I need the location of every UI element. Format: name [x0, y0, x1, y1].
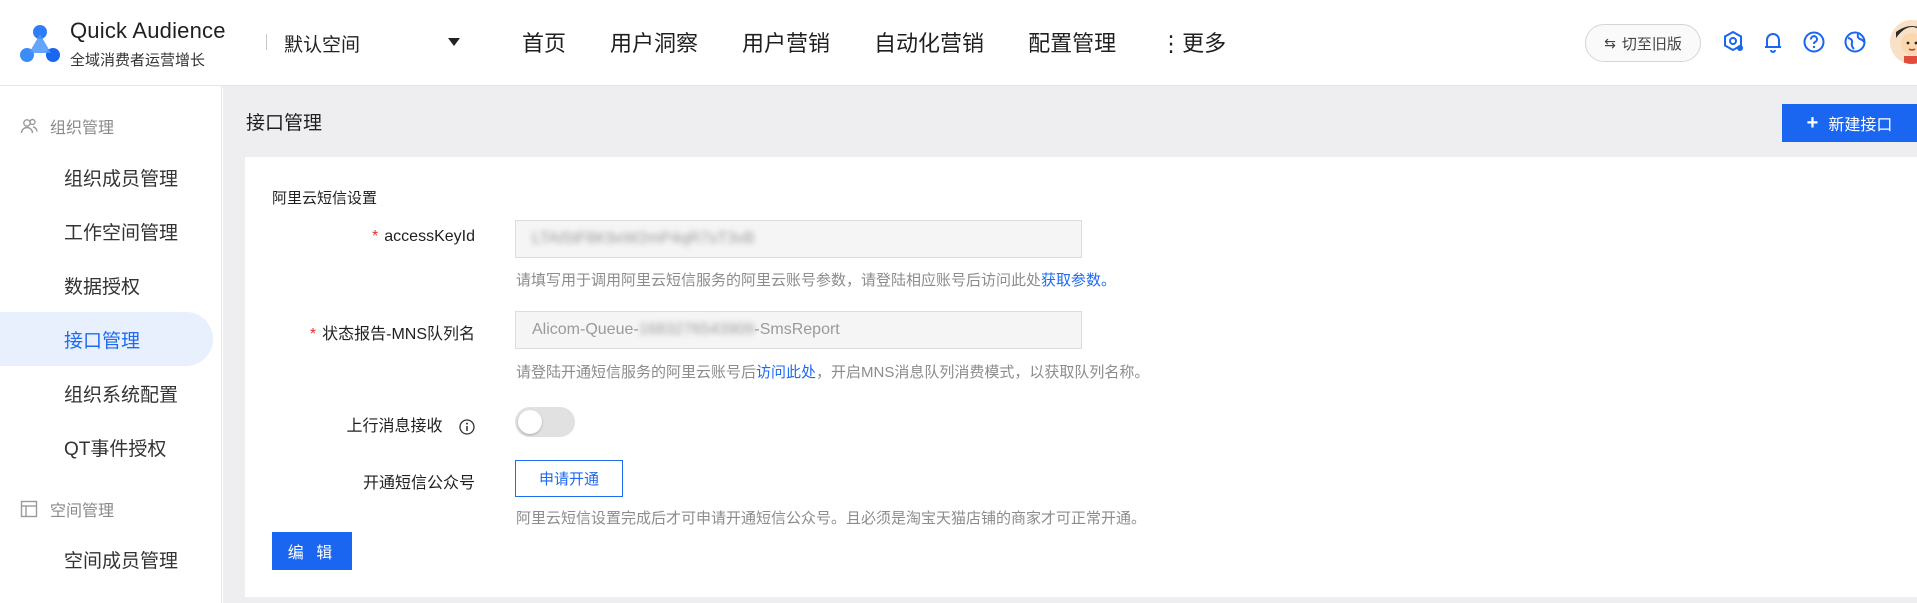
chevron-down-icon[interactable] — [448, 38, 460, 46]
nav-user-insight[interactable]: 用户洞察 — [610, 26, 698, 58]
avatar-face-icon — [1890, 20, 1917, 64]
sidebar-item-qt-event-authorization[interactable]: QT事件授权 — [0, 420, 213, 474]
sidebar-group-space-label: 空间管理 — [50, 503, 115, 520]
sidebar-item-interface-management[interactable]: 接口管理 — [0, 312, 213, 366]
accesskey-input[interactable]: LTAI5tF8K9xW2mP4qR7sT3vB — [515, 220, 1082, 258]
new-interface-button[interactable]: + 新建接口 — [1782, 104, 1917, 142]
switch-old-version-button[interactable]: ⇆ 切至旧版 — [1585, 24, 1701, 62]
upstream-label: 上行消息接收 — [300, 412, 475, 436]
visit-here-link[interactable]: 访问此处 — [756, 364, 816, 381]
mns-value-masked: 1683276543909 — [638, 321, 755, 338]
sidebar-item-label: 数据授权 — [64, 276, 141, 298]
mns-label-text: 状态报告-MNS队列名 — [322, 326, 475, 343]
sidebar-item-org-members[interactable]: 组织成员管理 — [0, 150, 213, 204]
sidebar-group-space: 空间管理 — [20, 497, 114, 521]
mns-hint-suffix: ，开启MNS消息队列消费模式，以获取队列名称。 — [816, 364, 1150, 381]
mns-value-suffix: -SmsReport — [754, 321, 840, 338]
brand-subtitle: 全域消费者运营增长 — [70, 52, 206, 69]
new-interface-label: 新建接口 — [1828, 117, 1893, 134]
sidebar-item-label: 组织系统配置 — [64, 384, 179, 406]
avatar[interactable] — [1890, 20, 1917, 64]
accesskey-label-text: accessKeyId — [384, 228, 475, 245]
workspace-select-value: 默认空间 — [284, 34, 361, 56]
settings-icon[interactable] — [1721, 30, 1745, 54]
page-title: 接口管理 — [246, 113, 323, 134]
nav-user-marketing[interactable]: 用户营销 — [742, 26, 830, 58]
mns-hint-prefix: 请登陆开通短信服务的阿里云账号后 — [516, 364, 757, 381]
nav-home[interactable]: 首页 — [522, 26, 566, 58]
info-icon[interactable] — [459, 419, 475, 435]
accesskey-hint-text: 请填写用于调用阿里云短信服务的阿里云账号参数，请登陆相应账号后访问此处 — [516, 272, 1042, 289]
sidebar-item-label: 工作空间管理 — [64, 222, 179, 244]
accesskey-value: LTAI5tF8K9xW2mP4qR7sT3vB — [532, 230, 755, 247]
sidebar-group-org: 组织管理 — [20, 114, 114, 138]
sidebar-item-org-system-config[interactable]: 组织系统配置 — [0, 366, 213, 420]
mns-queue-input[interactable]: Alicom-Queue- 1683276543909 -SmsReport — [515, 311, 1082, 349]
upstream-toggle[interactable] — [515, 407, 575, 437]
required-icon: * — [309, 326, 317, 343]
section-title: 阿里云短信设置 — [272, 190, 378, 207]
sidebar-item-label: 组织成员管理 — [64, 168, 179, 190]
nav-config-management[interactable]: 配置管理 — [1028, 26, 1116, 58]
sidebar-item-space-members[interactable]: 空间成员管理 — [0, 532, 213, 586]
bell-icon[interactable] — [1761, 30, 1785, 54]
sidebar-item-label: QT事件授权 — [64, 438, 167, 460]
help-icon[interactable] — [1802, 30, 1826, 54]
workspace-divider — [266, 34, 267, 50]
edit-button[interactable]: 编 辑 — [272, 532, 352, 570]
sidebar-item-data-authorization[interactable]: 数据授权 — [0, 258, 213, 312]
workspace-select[interactable]: 默认空间 — [284, 28, 464, 58]
public-number-label: 开通短信公众号 — [300, 469, 475, 493]
apply-open-button[interactable]: 申请开通 — [515, 460, 623, 497]
nav-automation-marketing[interactable]: 自动化营销 — [874, 26, 984, 58]
mns-value-prefix: Alicom-Queue- — [532, 321, 639, 338]
accesskey-hint: 请填写用于调用阿里云短信服务的阿里云账号参数，请登陆相应账号后访问此处获取参数。 — [516, 269, 1116, 290]
top-header: Quick Audience 全域消费者运营增长 默认空间 首页 用户洞察 用户… — [0, 0, 1917, 86]
mns-hint: 请登陆开通短信服务的阿里云账号后访问此处，开启MNS消息队列消费模式，以获取队列… — [516, 361, 1149, 382]
swap-icon: ⇆ — [1604, 34, 1616, 51]
public-number-hint: 阿里云短信设置完成后才可申请开通短信公众号。且必须是淘宝天猫店铺的商家才可正常开… — [516, 510, 1147, 527]
sidebar-item-workspace-management[interactable]: 工作空间管理 — [0, 204, 213, 258]
public-number-label-text: 开通短信公众号 — [362, 475, 475, 492]
plus-icon: + — [1806, 111, 1819, 134]
toggle-knob — [518, 410, 542, 434]
upstream-label-text: 上行消息接收 — [346, 418, 443, 435]
quick-audience-logo[interactable] — [18, 22, 62, 66]
brand-title: Quick Audience — [70, 18, 226, 43]
mns-label: * 状态报告-MNS队列名 — [300, 320, 475, 344]
required-icon: * — [372, 228, 379, 245]
switch-old-version-label: 切至旧版 — [1621, 35, 1682, 53]
sidebar-group-org-label: 组织管理 — [50, 120, 115, 137]
accesskey-label: * accessKeyId — [360, 228, 475, 246]
main-nav: 首页 用户洞察 用户营销 自动化营销 配置管理 ⋮更多 — [522, 26, 1270, 58]
sidebar-item-label: 空间成员管理 — [64, 550, 179, 572]
globe-icon[interactable] — [1843, 30, 1867, 54]
layout-icon — [20, 500, 38, 518]
users-icon — [20, 118, 38, 134]
get-params-link[interactable]: 获取参数。 — [1041, 272, 1116, 289]
sidebar-item-label: 接口管理 — [64, 330, 141, 352]
nav-more[interactable]: ⋮更多 — [1160, 26, 1226, 58]
